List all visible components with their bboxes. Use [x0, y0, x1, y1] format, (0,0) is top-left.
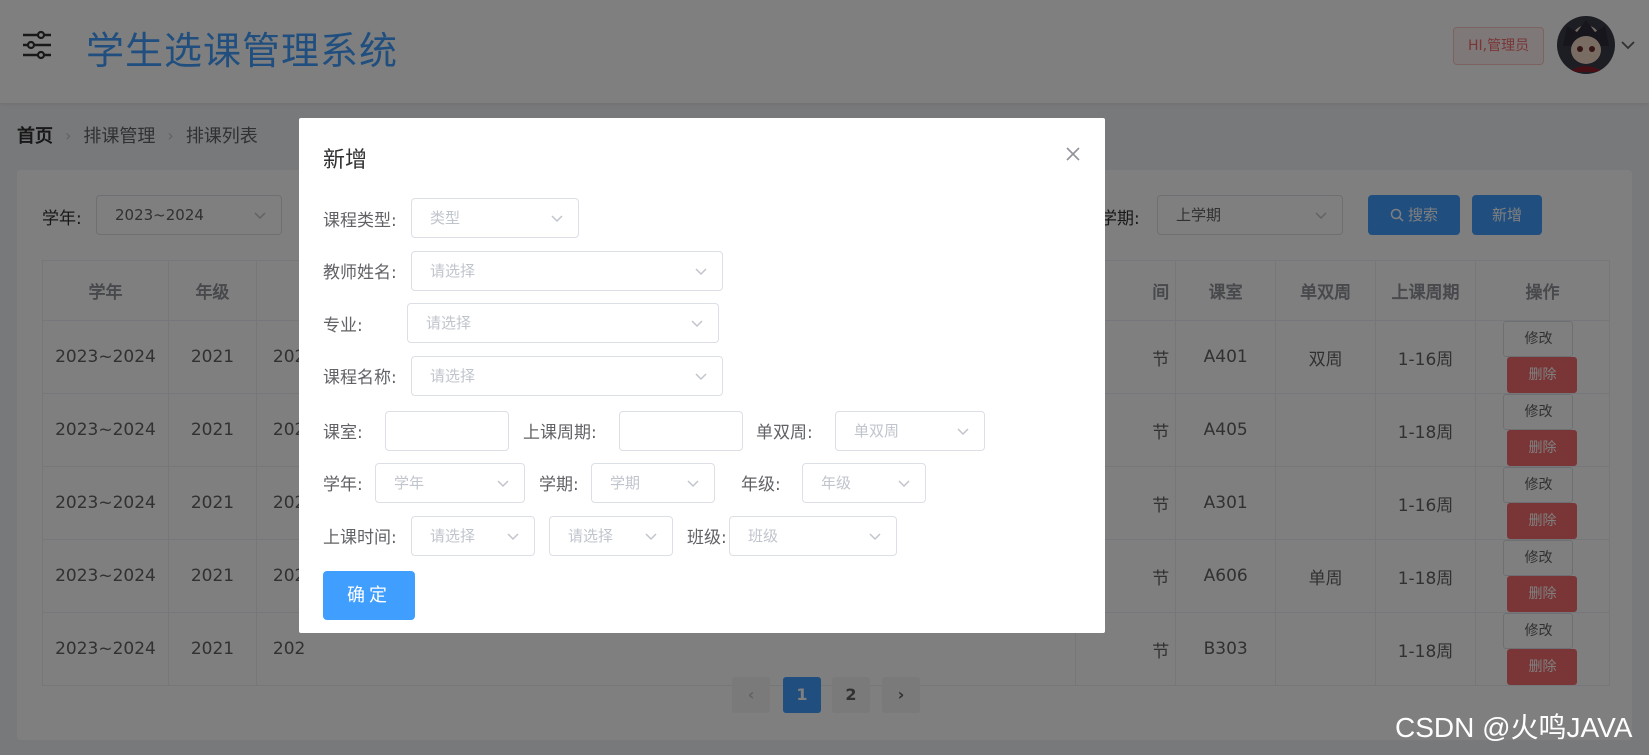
- confirm-button[interactable]: 确定: [323, 571, 415, 620]
- dialog-title: 新增: [323, 148, 368, 173]
- major-select[interactable]: 请选择: [407, 303, 719, 343]
- grade-placeholder: 年级: [821, 474, 852, 492]
- grade-label: 年级:: [741, 475, 781, 495]
- class-label: 班级:: [687, 528, 727, 548]
- year-label: 学年:: [323, 475, 363, 495]
- semester-placeholder: 学期: [610, 474, 641, 492]
- period-input[interactable]: [619, 411, 743, 451]
- year-placeholder: 学年: [394, 474, 425, 492]
- chevron-down-icon: [551, 215, 563, 223]
- add-schedule-dialog: 新增 课程类型: 类型 教师姓名: 请选择 专业: 请选择 课程名称: 请选择 …: [299, 118, 1105, 633]
- course-name-select[interactable]: 请选择: [411, 356, 723, 396]
- year-select[interactable]: 学年: [375, 463, 525, 503]
- parity-placeholder: 单双周: [854, 422, 900, 440]
- course-name-label: 课程名称:: [323, 368, 397, 388]
- chevron-down-icon: [695, 373, 707, 381]
- course-type-select[interactable]: 类型: [411, 198, 579, 238]
- semester-label: 学期:: [539, 475, 579, 495]
- period-label: 上课周期:: [523, 423, 597, 443]
- chevron-down-icon: [507, 533, 519, 541]
- chevron-down-icon: [869, 533, 881, 541]
- teacher-label: 教师姓名:: [323, 263, 397, 283]
- grade-select[interactable]: 年级: [802, 463, 926, 503]
- class-placeholder: 班级: [748, 527, 779, 545]
- semester-select[interactable]: 学期: [591, 463, 715, 503]
- major-label: 专业:: [323, 316, 363, 336]
- time-label: 上课时间:: [323, 528, 397, 548]
- classroom-input[interactable]: [385, 411, 509, 451]
- course-type-label: 课程类型:: [323, 211, 397, 231]
- close-icon[interactable]: [1063, 144, 1083, 164]
- chevron-down-icon: [898, 480, 910, 488]
- course-type-placeholder: 类型: [430, 209, 461, 227]
- parity-label: 单双周:: [756, 423, 813, 443]
- class-select[interactable]: 班级: [729, 516, 897, 556]
- time-end-select[interactable]: 请选择: [549, 516, 673, 556]
- chevron-down-icon: [497, 480, 509, 488]
- time-start-select[interactable]: 请选择: [411, 516, 535, 556]
- teacher-placeholder: 请选择: [430, 262, 476, 280]
- watermark: CSDN @火鸣JAVA: [1395, 712, 1633, 743]
- time-start-placeholder: 请选择: [430, 527, 476, 545]
- chevron-down-icon: [695, 268, 707, 276]
- parity-select[interactable]: 单双周: [835, 411, 985, 451]
- time-end-placeholder: 请选择: [568, 527, 614, 545]
- major-placeholder: 请选择: [426, 314, 472, 332]
- chevron-down-icon: [691, 320, 703, 328]
- chevron-down-icon: [957, 428, 969, 436]
- chevron-down-icon: [687, 480, 699, 488]
- classroom-label: 课室:: [323, 423, 363, 443]
- chevron-down-icon: [645, 533, 657, 541]
- course-name-placeholder: 请选择: [430, 367, 476, 385]
- teacher-select[interactable]: 请选择: [411, 251, 723, 291]
